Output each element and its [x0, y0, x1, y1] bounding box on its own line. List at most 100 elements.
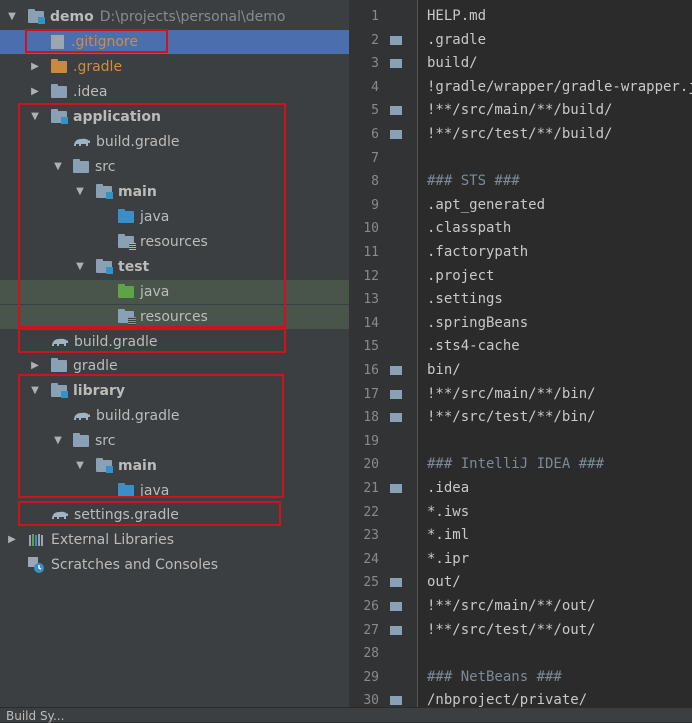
collapse-arrow-icon[interactable]: ▶ — [29, 55, 41, 79]
tree-item-dot-gradle[interactable]: ▶ .gradle — [0, 55, 349, 79]
code-line[interactable]: 18 !**/src/test/**/bin/ — [349, 406, 692, 430]
app-test-resources-label: resources — [140, 309, 208, 325]
dot-gradle-label: .gradle — [73, 59, 123, 75]
tree-item-app-src[interactable]: ▼ src — [0, 155, 349, 179]
code-line[interactable]: 25 out/ — [349, 571, 692, 595]
code-text: !**/src/test/**/build/ — [427, 126, 613, 142]
expand-arrow-icon[interactable]: ▼ — [74, 255, 86, 279]
code-line[interactable]: 9 .apt_generated — [349, 194, 692, 218]
collapse-arrow-icon[interactable]: ▶ — [6, 528, 18, 552]
code-line[interactable]: 27 !**/src/test/**/out/ — [349, 619, 692, 643]
tree-item-library[interactable]: ▼ library — [0, 379, 349, 403]
code-line[interactable]: 5 !**/src/main/**/build/ — [349, 99, 692, 123]
module-folder-icon — [51, 383, 68, 398]
tree-item-app-main-java[interactable]: java — [0, 205, 349, 229]
line-number: 26 — [363, 599, 379, 614]
code-line[interactable]: 16 bin/ — [349, 359, 692, 383]
code-line[interactable]: 30/nbproject/private/ — [349, 689, 692, 707]
line-number: 16 — [363, 363, 379, 378]
settings-gradle-label: settings.gradle — [74, 507, 179, 523]
line-number: 9 — [371, 197, 379, 213]
folder-icon — [390, 602, 402, 611]
code-line[interactable]: 15 .sts4-cache — [349, 335, 692, 359]
application-label: application — [73, 109, 161, 125]
tree-item-application[interactable]: ▼ application — [0, 105, 349, 129]
code-line[interactable]: 11 .factorypath — [349, 241, 692, 265]
code-line[interactable]: 1 HELP.md — [349, 5, 692, 29]
tree-item-app-main[interactable]: ▼ main — [0, 180, 349, 204]
expand-arrow-icon[interactable]: ▼ — [52, 155, 64, 179]
collapse-arrow-icon[interactable]: ▶ — [29, 354, 41, 378]
line-number: 15 — [363, 339, 379, 355]
root-name: demo — [50, 9, 94, 25]
tree-item-lib-main-java[interactable]: java — [0, 479, 349, 503]
code-line[interactable]: 20 ### IntelliJ IDEA ### — [349, 453, 692, 477]
line-number: 17 — [363, 386, 379, 402]
code-line[interactable]: 3 build/ — [349, 52, 692, 76]
code-line[interactable]: 6 !**/src/test/**/build/ — [349, 123, 692, 147]
expand-arrow-icon[interactable]: ▼ — [6, 5, 18, 29]
lib-build-gradle-label: build.gradle — [96, 408, 180, 424]
code-line[interactable]: 22 *.iws — [349, 501, 692, 525]
code-text: .apt_generated — [427, 196, 546, 213]
code-line[interactable]: 7 — [349, 147, 692, 171]
code-line[interactable]: 24 *.ipr — [349, 548, 692, 572]
expand-arrow-icon[interactable]: ▼ — [74, 180, 86, 204]
code-line[interactable]: 19 — [349, 430, 692, 454]
code-line[interactable]: 17 !**/src/main/**/bin/ — [349, 383, 692, 407]
code-editor[interactable]: 1 HELP.md 2 .gradle 3 build/4 !gradle/wrapper/… — [349, 0, 692, 707]
code-text: /nbproject/private/ — [427, 692, 588, 707]
code-line[interactable]: 14 .springBeans — [349, 312, 692, 336]
tree-item-lib-build-gradle[interactable]: build.gradle — [0, 404, 349, 428]
app-main-label: main — [118, 184, 157, 200]
code-line[interactable]: 8 ### STS ### — [349, 170, 692, 194]
code-text: !gradle/wrapper/gradle-wrapper.jar — [427, 78, 692, 95]
expand-arrow-icon[interactable]: ▼ — [52, 429, 64, 453]
code-line[interactable]: 12 .project — [349, 265, 692, 289]
code-line[interactable]: 21 .idea — [349, 477, 692, 501]
code-text: HELP.md — [427, 8, 487, 24]
tree-item-scratches[interactable]: Scratches and Consoles — [0, 553, 349, 577]
test-folder-icon — [118, 284, 134, 298]
line-number: 30 — [363, 693, 379, 707]
expand-arrow-icon[interactable]: ▼ — [74, 454, 86, 478]
tree-item-gitignore[interactable]: .gitignore — [0, 30, 349, 54]
folder-icon — [51, 84, 67, 98]
code-line[interactable]: 10 .classpath — [349, 217, 692, 241]
gradle-elephant-icon — [74, 138, 90, 146]
tree-item-settings-gradle[interactable]: settings.gradle — [0, 503, 349, 527]
tree-item-lib-main[interactable]: ▼ main — [0, 454, 349, 478]
code-line[interactable]: 26 !**/src/main/**/out/ — [349, 595, 692, 619]
tree-item-app-build-gradle[interactable]: build.gradle — [0, 130, 349, 154]
folder-icon — [390, 389, 402, 399]
expand-arrow-icon[interactable]: ▼ — [29, 379, 41, 403]
expand-arrow-icon[interactable]: ▼ — [29, 105, 41, 129]
code-line[interactable]: 23 *.iml — [349, 524, 692, 548]
code-line[interactable]: 4 !gradle/wrapper/gradle-wrapper.jar — [349, 76, 692, 100]
tree-item-app-test[interactable]: ▼ test — [0, 255, 349, 279]
tree-item-root-build-gradle[interactable]: build.gradle — [0, 330, 349, 354]
folder-icon — [390, 130, 402, 139]
line-number: 5 — [371, 103, 379, 119]
tree-item-gradle[interactable]: ▶ gradle — [0, 354, 349, 378]
code-line[interactable]: 28 — [349, 642, 692, 666]
tree-item-idea[interactable]: ▶ .idea — [0, 80, 349, 104]
code-text: *.ipr — [427, 550, 470, 567]
code-text: .springBeans — [427, 314, 529, 331]
code-line[interactable]: 13 .settings — [349, 288, 692, 312]
tree-item-app-main-resources[interactable]: resources — [0, 230, 349, 254]
external-libraries-label: External Libraries — [51, 532, 174, 548]
code-text: .gradle — [427, 31, 487, 48]
tree-item-demo[interactable]: ▼ demo D:\projects\personal\demo — [0, 5, 349, 29]
line-number: 2 — [371, 32, 379, 48]
line-number: 19 — [363, 433, 379, 449]
tree-item-lib-src[interactable]: ▼ src — [0, 429, 349, 453]
tree-item-app-test-resources[interactable]: resources — [0, 305, 349, 329]
collapse-arrow-icon[interactable]: ▶ — [29, 80, 41, 104]
code-line[interactable]: 2 .gradle — [349, 29, 692, 53]
root-path: D:\projects\personal\demo — [99, 9, 286, 25]
library-icon — [29, 534, 43, 546]
code-line[interactable]: 29 ### NetBeans ### — [349, 666, 692, 690]
tree-item-app-test-java[interactable]: java — [0, 280, 349, 304]
tree-item-external-libraries[interactable]: ▶ External Libraries — [0, 528, 349, 552]
